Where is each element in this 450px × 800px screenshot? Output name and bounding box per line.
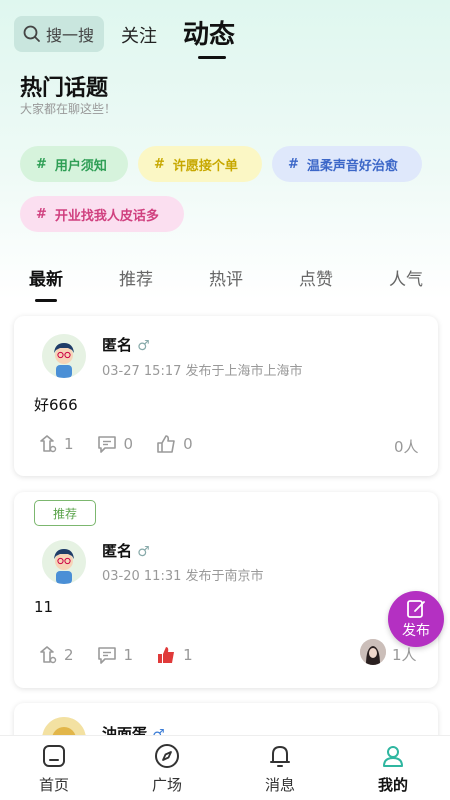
comment-count: 0: [123, 435, 134, 453]
topic-chip[interactable]: # 用户须知: [20, 146, 128, 182]
author-name-text: 匿名: [102, 542, 133, 560]
topic-chip[interactable]: # 许愿接个单: [138, 146, 262, 182]
active-tab-indicator: [198, 56, 226, 59]
tab-hot-comments[interactable]: 热评: [209, 265, 243, 290]
hot-topics-subtitle: 大家都在聊这些！: [20, 102, 117, 116]
nav-square[interactable]: 广场: [137, 742, 197, 795]
post-card[interactable]: 匿名 ♂ 03-27 15:17 发布于上海市上海市 好666 1 0 0 0人: [14, 316, 438, 476]
people-count: 1人: [392, 646, 417, 664]
post-card[interactable]: 推荐 匿名 ♂ 03-20 11:31 发布于南京市 11 2 1 1 1人: [14, 492, 438, 688]
topic-chip[interactable]: # 开业找我人皮话多: [20, 196, 184, 232]
nav-mine[interactable]: 我的: [363, 742, 423, 795]
avatar[interactable]: [42, 540, 86, 584]
bell-icon: [270, 746, 290, 767]
author-name: 匿名 ♂: [102, 334, 150, 355]
male-icon: ♂: [137, 544, 150, 560]
post-content: 11: [34, 598, 54, 616]
tab-feed[interactable]: 动态: [183, 14, 235, 51]
post-content: 好666: [34, 396, 78, 414]
tab-latest[interactable]: 最新: [29, 265, 63, 290]
tab-popularity[interactable]: 人气: [389, 265, 423, 290]
search-button[interactable]: 搜一搜: [14, 16, 104, 52]
home-icon: [43, 745, 65, 767]
like-count: 0: [183, 435, 193, 453]
author-name: 匿名 ♂: [102, 540, 150, 561]
post-meta: 03-20 11:31 发布于南京市: [102, 569, 264, 584]
gift-icon: [40, 646, 57, 664]
nav-mine-label: 我的: [377, 776, 408, 794]
thumb-up-icon: [157, 435, 175, 453]
avatar[interactable]: [42, 334, 86, 378]
comment-icon: [97, 436, 116, 453]
comment-count: 1: [123, 646, 134, 664]
nav-messages[interactable]: 消息: [250, 742, 310, 795]
hash-icon: #: [288, 156, 299, 172]
user-icon: [383, 746, 403, 767]
topic-label: 许愿接个单: [172, 158, 238, 174]
gift-count: 2: [64, 646, 74, 664]
gift-button[interactable]: 1: [36, 433, 74, 455]
recommended-badge: 推荐: [34, 500, 96, 526]
gift-count: 1: [64, 435, 74, 453]
tab-likes[interactable]: 点赞: [299, 265, 333, 290]
visitor-avatar[interactable]: [360, 639, 386, 665]
sort-tabs: 最新 推荐 热评 点赞 人气: [0, 265, 450, 302]
comment-button[interactable]: 1: [96, 644, 134, 666]
topic-label: 温柔声音好治愈: [306, 158, 398, 174]
tab-recommend[interactable]: 推荐: [119, 265, 153, 290]
tab-follow[interactable]: 关注: [121, 22, 157, 48]
topic-label: 开业找我人皮话多: [54, 208, 159, 224]
hash-icon: #: [36, 206, 47, 222]
top-header: 搜一搜 关注 动态: [0, 0, 450, 70]
search-label: 搜一搜: [46, 26, 95, 45]
nav-home-label: 首页: [38, 776, 69, 794]
comment-button[interactable]: 0: [96, 433, 134, 455]
topic-label: 用户须知: [54, 158, 107, 174]
gift-icon: [40, 435, 57, 453]
post-actions: 2 1 1: [36, 644, 215, 666]
publish-label: 发布: [402, 623, 430, 639]
search-icon: [23, 25, 40, 42]
user-avatar-icon: [42, 540, 86, 584]
gift-button[interactable]: 2: [36, 644, 74, 666]
bottom-nav: 首页 广场 消息 我的: [0, 735, 450, 800]
visitor-avatar-icon: [360, 639, 386, 665]
nav-messages-label: 消息: [264, 776, 295, 794]
active-tab-indicator: [35, 299, 57, 302]
post-actions: 1 0 0: [36, 433, 215, 455]
edit-icon: [407, 600, 425, 618]
people-count: 0人: [394, 438, 419, 456]
author-name-text: 匿名: [102, 336, 133, 354]
like-button[interactable]: 0: [155, 433, 193, 455]
topic-chip[interactable]: # 温柔声音好治愈: [272, 146, 422, 182]
post-meta: 03-27 15:17 发布于上海市上海市: [102, 364, 303, 379]
thumb-up-filled-icon: [158, 647, 175, 663]
compass-icon: [155, 744, 179, 768]
nav-home[interactable]: 首页: [24, 742, 84, 795]
publish-button[interactable]: 发布: [388, 591, 444, 647]
hash-icon: #: [154, 156, 165, 172]
like-count: 1: [183, 646, 193, 664]
like-button[interactable]: 1: [155, 644, 193, 666]
user-avatar-icon: [42, 334, 86, 378]
hot-topics-title: 热门话题: [20, 76, 109, 101]
comment-icon: [97, 647, 116, 664]
nav-square-label: 广场: [151, 776, 182, 794]
hash-icon: #: [36, 156, 47, 172]
male-icon: ♂: [137, 338, 150, 354]
